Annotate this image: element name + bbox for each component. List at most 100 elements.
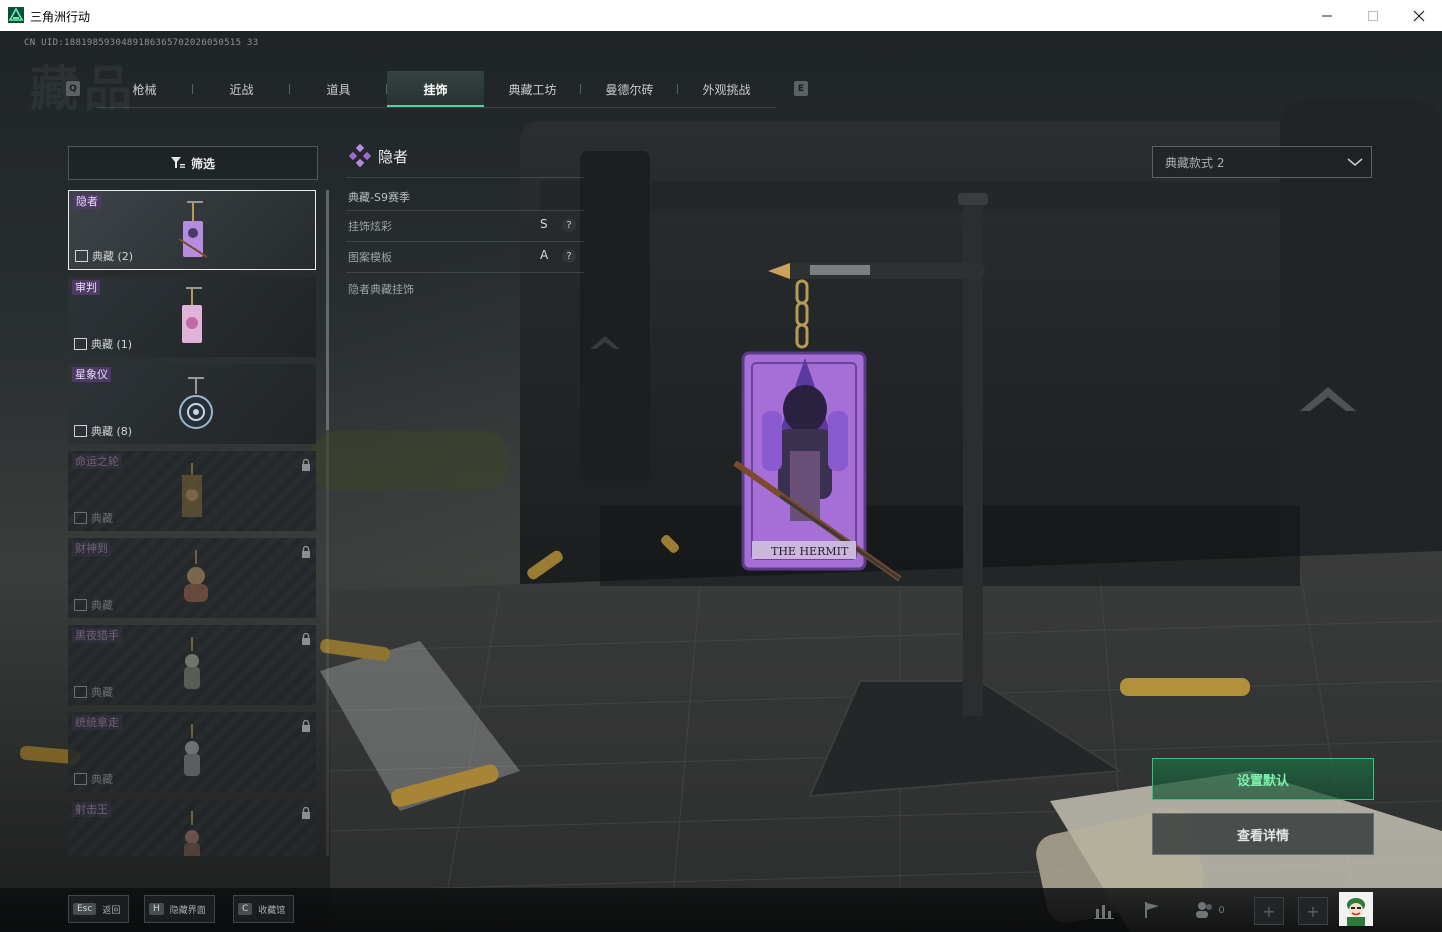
prev-tab-key[interactable]: Q — [66, 81, 80, 96]
astrolabe-thumbnail — [179, 377, 213, 429]
list-scroll-thumb[interactable] — [326, 190, 329, 430]
shooting-king-thumbnail — [184, 811, 200, 856]
item-tier: 典藏 — [74, 684, 113, 700]
image-icon — [74, 599, 87, 611]
charm-type-icon — [348, 144, 372, 168]
item-name: 射击王 — [72, 802, 111, 817]
item-name: 审判 — [72, 280, 100, 295]
tab-label: 典藏工坊 — [508, 82, 557, 97]
divider — [346, 241, 584, 242]
tab-mandel-brick[interactable]: 曼德尔砖 — [581, 71, 678, 107]
list-item-locked[interactable]: 命运之轮 典藏 — [68, 451, 316, 531]
stats-button[interactable] — [1090, 897, 1118, 923]
key-badge: Esc — [73, 903, 97, 915]
player-avatar[interactable] — [1339, 892, 1373, 926]
tab-props[interactable]: 道具 — [290, 71, 387, 107]
friends-button[interactable]: 0 — [1192, 897, 1228, 923]
maximize-icon — [1368, 10, 1378, 21]
image-icon — [74, 512, 87, 524]
style-select[interactable]: 典藏款式 2 — [1152, 146, 1372, 178]
tier-label: 典藏 — [91, 512, 113, 525]
item-tier: 典藏 — [74, 771, 113, 787]
maximize-button[interactable] — [1350, 0, 1396, 31]
list-item-locked[interactable]: 统统拿走 典藏 — [68, 712, 316, 792]
flag-icon — [1145, 902, 1159, 918]
hint-label: 隐藏界面 — [169, 905, 206, 916]
divider — [346, 272, 584, 273]
title-bar: 三角洲行动 — [0, 0, 1442, 32]
tab-charms[interactable]: 挂饰 — [387, 71, 484, 107]
list-item-locked[interactable]: 射击王 — [68, 799, 316, 856]
list-item[interactable]: 审判 典藏 (1) — [68, 277, 316, 357]
item-name: 隐者 — [73, 194, 101, 209]
wheel-of-fortune-thumbnail — [182, 463, 202, 517]
close-button[interactable] — [1396, 0, 1442, 31]
close-icon — [1413, 10, 1425, 21]
help-button[interactable]: ? — [562, 218, 576, 232]
item-tier: 典藏 — [74, 597, 113, 613]
tab-label: 外观挑战 — [702, 82, 751, 97]
game-window: 三角洲行动 THE HERMIT CN UID:1881985930489186… — [0, 0, 1442, 932]
set-default-button[interactable]: 设置默认 — [1152, 758, 1374, 800]
charm-list: 隐者 典藏 (2) 审判 典藏 (1) 星象仪 典藏 (8) 命运之轮 典藏 财… — [68, 190, 318, 856]
item-name: 黑夜猎手 — [72, 628, 122, 643]
tab-firearms[interactable]: 枪械 — [96, 71, 193, 107]
minimize-icon — [1322, 15, 1332, 16]
attribute-label: 挂饰炫彩 — [348, 220, 392, 233]
friends-icon — [1196, 902, 1213, 918]
friends-count: 0 — [1218, 904, 1225, 916]
collection-scene: THE HERMIT CN UID:1881985930489186365702… — [0, 31, 1442, 932]
chevron-down-icon — [1347, 158, 1363, 167]
filter-label: 筛选 — [190, 156, 215, 171]
tier-label: 典藏 (1) — [91, 338, 133, 351]
style-select-value: 典藏款式 2 — [1165, 155, 1225, 170]
user-uid: CN UID:1881985930489186365702026050515 3… — [24, 38, 259, 48]
take-it-all-thumbnail — [184, 724, 200, 776]
item-tier: 典藏 (8) — [74, 423, 132, 439]
item-description: 隐者典藏挂饰 — [348, 283, 414, 296]
item-tier: 典藏 — [74, 510, 113, 526]
collection-hall-hint[interactable]: C 收藏馆 — [233, 895, 295, 923]
hint-label: 收藏馆 — [258, 905, 286, 916]
filter-icon — [170, 157, 185, 168]
detail-header: 隐者 — [348, 144, 408, 168]
back-hint[interactable]: Esc 返回 — [68, 895, 130, 923]
fortune-god-thumbnail — [184, 550, 208, 602]
image-icon — [74, 425, 87, 437]
divider — [346, 210, 584, 211]
minimize-button[interactable] — [1304, 0, 1350, 31]
add-slot-button[interactable]: + — [1298, 897, 1328, 925]
hide-ui-hint[interactable]: H 隐藏界面 — [144, 895, 215, 923]
next-tab-key[interactable]: E — [794, 81, 808, 96]
filter-button[interactable]: 筛选 — [68, 146, 318, 180]
tab-collection-workshop[interactable]: 典藏工坊 — [484, 71, 581, 107]
list-item-locked[interactable]: 黑夜猎手 典藏 — [68, 625, 316, 705]
plus-icon: + — [1262, 901, 1276, 921]
add-slot-button[interactable]: + — [1254, 897, 1284, 925]
image-icon — [74, 773, 87, 785]
list-item[interactable]: 星象仪 典藏 (8) — [68, 364, 316, 444]
tab-label: 近战 — [229, 82, 254, 97]
tab-label: 枪械 — [132, 82, 157, 97]
attribute-grade: A — [540, 248, 549, 262]
detail-title: 隐者 — [378, 147, 409, 166]
item-name: 星象仪 — [72, 367, 111, 382]
attribute-grade: S — [540, 217, 548, 231]
flag-button[interactable] — [1138, 897, 1166, 923]
tier-label: 典藏 — [91, 599, 113, 612]
hermit-thumbnail — [178, 201, 208, 258]
tab-melee[interactable]: 近战 — [193, 71, 290, 107]
tabs-divider — [96, 107, 776, 108]
window-title: 三角洲行动 — [30, 10, 91, 24]
app-icon — [8, 7, 24, 23]
hermit-card-caption: THE HERMIT — [771, 545, 849, 558]
tier-label: 典藏 — [91, 686, 113, 699]
hint-label: 返回 — [102, 905, 121, 916]
season-label: 典藏-S9赛季 — [348, 191, 410, 204]
list-item[interactable]: 隐者 典藏 (2) — [68, 190, 316, 270]
divider — [346, 177, 584, 178]
help-button[interactable]: ? — [562, 249, 576, 263]
view-details-button[interactable]: 查看详情 — [1152, 813, 1374, 855]
list-item-locked[interactable]: 财神到 典藏 — [68, 538, 316, 618]
tab-appearance-challenge[interactable]: 外观挑战 — [678, 71, 775, 107]
